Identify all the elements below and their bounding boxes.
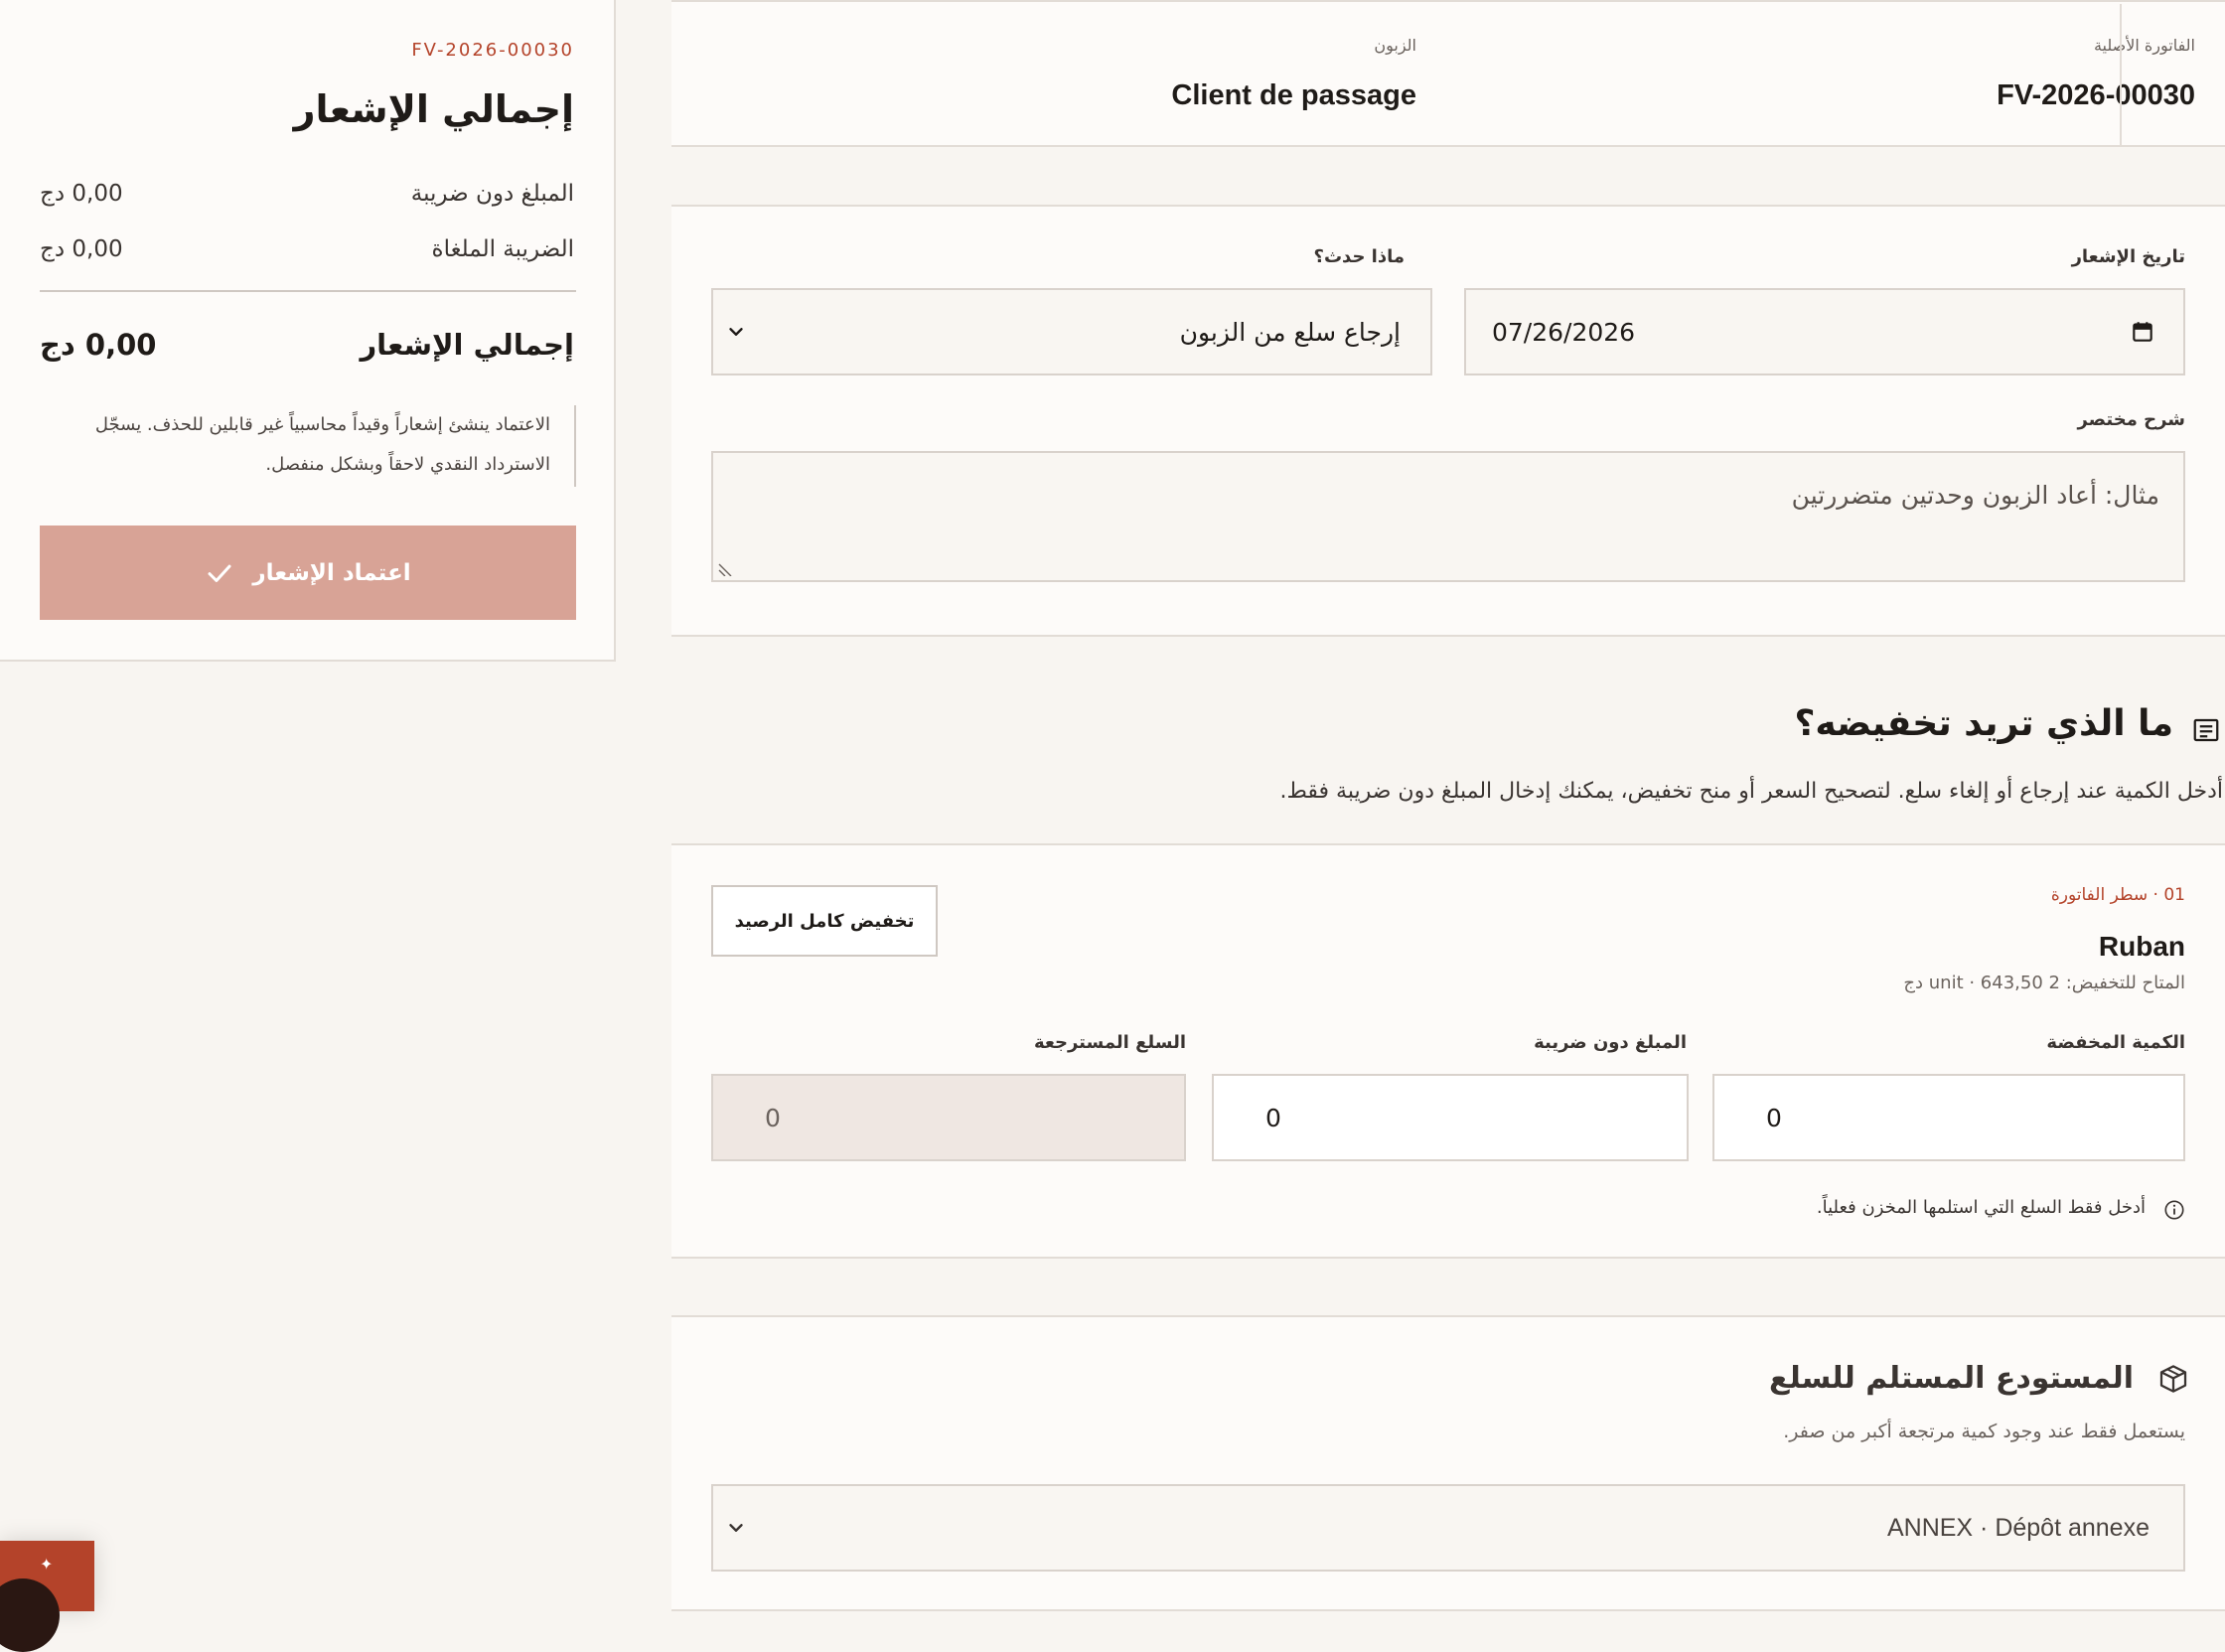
- description-placeholder: مثال: أعاد الزبون وحدتين متضررتين: [1791, 481, 2159, 510]
- reduce-section-subtitle: أدخل الكمية عند إرجاع أو إلغاء سلع. لتصح…: [1279, 779, 2223, 804]
- summary-invoice-ref: FV-2026-00030: [411, 40, 574, 61]
- info-divider: [2120, 4, 2122, 147]
- original-invoice-value: FV-2026-00030: [1997, 79, 2195, 111]
- summary-total-value: 0,00 دج: [40, 328, 157, 362]
- calendar-icon[interactable]: [2130, 319, 2155, 345]
- summary-subtotal-label: المبلغ دون ضريبة: [410, 181, 574, 207]
- warehouse-panel: المستودع المستلم للسلع يستعمل فقط عند وج…: [671, 1315, 2225, 1611]
- amount-input[interactable]: 0: [1212, 1074, 1689, 1161]
- sparkle-icon: ✦: [40, 1555, 54, 1574]
- returned-label: السلع المسترجعة: [1033, 1032, 1186, 1053]
- warehouse-value: ANNEX · Dépôt annexe: [1886, 1513, 2150, 1542]
- date-label: تاريخ الإشعار: [2071, 246, 2185, 267]
- credit-note-form-panel: تاريخ الإشعار 07/26/2026 ماذا حدث؟ إرجاع…: [671, 205, 2225, 637]
- chevron-down-icon: [729, 328, 743, 336]
- summary-tax-label: الضريبة الملغاة: [431, 236, 574, 262]
- amount-label: المبلغ دون ضريبة: [1534, 1032, 1687, 1053]
- qty-value: 0: [1766, 1103, 1782, 1132]
- credit-note-summary: FV-2026-00030 إجمالي الإشعار المبلغ دون …: [0, 0, 616, 662]
- summary-subtotal-value: 0,00 دج: [40, 181, 123, 207]
- invoice-line-card: 01 · سطر الفاتورة Ruban المتاح للتخفيض: …: [671, 843, 2225, 1259]
- description-label: شرح مختصر: [2077, 409, 2185, 430]
- assistant-avatar: [0, 1578, 60, 1652]
- reason-label: ماذا حدث؟: [1313, 246, 1405, 267]
- qty-label: الكمية المخفضة: [2046, 1032, 2185, 1053]
- returned-hint: أدخل فقط السلع التي استلمها المخزن فعليا…: [1816, 1197, 2146, 1218]
- resize-handle-icon[interactable]: [717, 560, 733, 576]
- product-name: Ruban: [2098, 931, 2185, 962]
- chevron-down-icon: [729, 1524, 743, 1532]
- reason-select[interactable]: إرجاع سلع من الزبون: [711, 288, 1432, 375]
- approve-credit-note-button[interactable]: اعتماد الإشعار: [40, 526, 576, 620]
- summary-total-label: إجمالي الإشعار: [360, 328, 574, 362]
- summary-title: إجمالي الإشعار: [293, 87, 574, 131]
- reduce-full-balance-button[interactable]: تخفيض كامل الرصيد: [711, 885, 938, 957]
- returned-input: 0: [711, 1074, 1186, 1161]
- summary-divider: [40, 290, 576, 292]
- invoice-info-panel: الفاتورة الأصلية FV-2026-00030 الزبون Cl…: [671, 0, 2225, 147]
- summary-tax-value: 0,00 دج: [40, 236, 123, 262]
- amount-value: 0: [1265, 1103, 1281, 1132]
- assistant-launcher-button[interactable]: ✦: [0, 1541, 94, 1652]
- description-textarea[interactable]: مثال: أعاد الزبون وحدتين متضررتين: [711, 451, 2185, 582]
- package-icon: [2159, 1365, 2187, 1393]
- reason-value: إرجاع سلع من الزبون: [1179, 317, 1401, 347]
- invoice-line-ref: 01 · سطر الفاتورة: [2050, 885, 2185, 905]
- returned-value: 0: [765, 1103, 781, 1132]
- date-input[interactable]: 07/26/2026: [1464, 288, 2185, 375]
- warehouse-subtitle: يستعمل فقط عند وجود كمية مرتجعة أكبر من …: [1783, 1421, 2185, 1442]
- customer-value: Client de passage: [1171, 79, 1416, 111]
- customer-label: الزبون: [1374, 36, 1416, 55]
- info-icon: [2164, 1200, 2184, 1220]
- qty-input[interactable]: 0: [1712, 1074, 2185, 1161]
- approve-button-label: اعتماد الإشعار: [252, 559, 411, 586]
- reduce-section-title: ما الذي تريد تخفيضه؟: [1794, 703, 2173, 744]
- warehouse-select[interactable]: ANNEX · Dépôt annexe: [711, 1484, 2185, 1572]
- summary-note: الاعتماد ينشئ إشعاراً وقيداً محاسبياً غي…: [40, 405, 576, 487]
- available-amount: المتاح للتخفيض: 2 unit · 643,50 دج: [1903, 973, 2185, 993]
- warehouse-title: المستودع المستلم للسلع: [1768, 1361, 2134, 1396]
- date-value: 07/26/2026: [1492, 317, 1636, 347]
- receipt-icon: [2193, 718, 2219, 742]
- check-icon: [208, 564, 231, 582]
- original-invoice-label: الفاتورة الأصلية: [2093, 36, 2195, 55]
